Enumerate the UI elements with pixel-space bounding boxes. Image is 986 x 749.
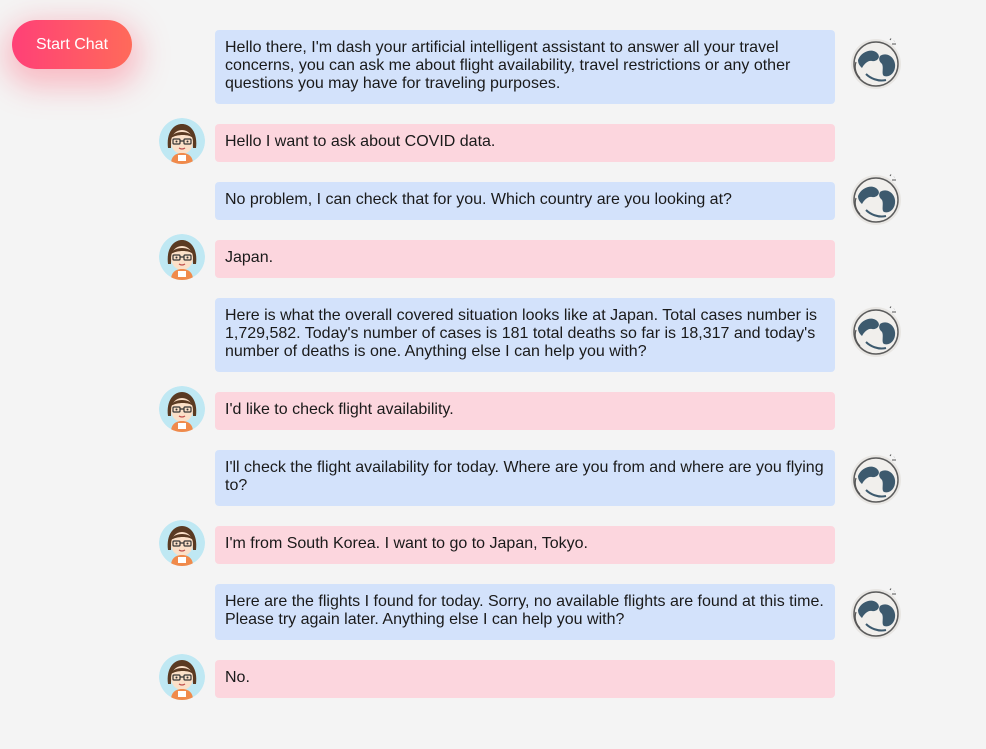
globe-bot-avatar-icon (848, 170, 904, 226)
globe-bot-avatar-icon (848, 302, 904, 358)
user-message-bubble: Japan. (215, 240, 835, 278)
globe-bot-avatar-icon (848, 450, 904, 506)
user-message-bubble: No. (215, 660, 835, 698)
message-text: Here is what the overall covered situati… (225, 307, 818, 360)
girl-glasses-avatar-icon (159, 386, 205, 432)
message-text: No problem, I can check that for you. Wh… (225, 191, 732, 208)
message-text: Here are the flights I found for today. … (225, 593, 824, 628)
girl-glasses-avatar-icon (159, 520, 205, 566)
bot-message-bubble: No problem, I can check that for you. Wh… (215, 182, 835, 220)
bot-message-bubble: Hello there, I'm dash your artificial in… (215, 30, 835, 104)
message-text: Japan. (225, 249, 274, 266)
girl-glasses-avatar-icon (159, 234, 205, 280)
message-text: I'd like to check flight availability. (225, 401, 454, 418)
girl-glasses-avatar-icon (159, 654, 205, 700)
bot-message-bubble: Here are the flights I found for today. … (215, 584, 835, 640)
bot-message-bubble: Here is what the overall covered situati… (215, 298, 835, 372)
globe-bot-avatar-icon (848, 584, 904, 640)
chat-page: Start Chat Hello there, I'm dash your ar… (0, 0, 986, 749)
bot-message-bubble: I'll check the flight availability for t… (215, 450, 835, 506)
user-message-bubble: Hello I want to ask about COVID data. (215, 124, 835, 162)
girl-glasses-avatar-icon (159, 118, 205, 164)
user-message-bubble: I'd like to check flight availability. (215, 392, 835, 430)
globe-bot-avatar-icon (848, 34, 904, 90)
start-chat-button[interactable]: Start Chat (12, 20, 132, 69)
user-message-bubble: I'm from South Korea. I want to go to Ja… (215, 526, 835, 564)
message-text: No. (225, 669, 250, 686)
message-text: I'm from South Korea. I want to go to Ja… (225, 535, 588, 552)
message-text: I'll check the flight availability for t… (225, 459, 824, 494)
message-text: Hello there, I'm dash your artificial in… (225, 39, 791, 92)
message-text: Hello I want to ask about COVID data. (225, 133, 496, 150)
